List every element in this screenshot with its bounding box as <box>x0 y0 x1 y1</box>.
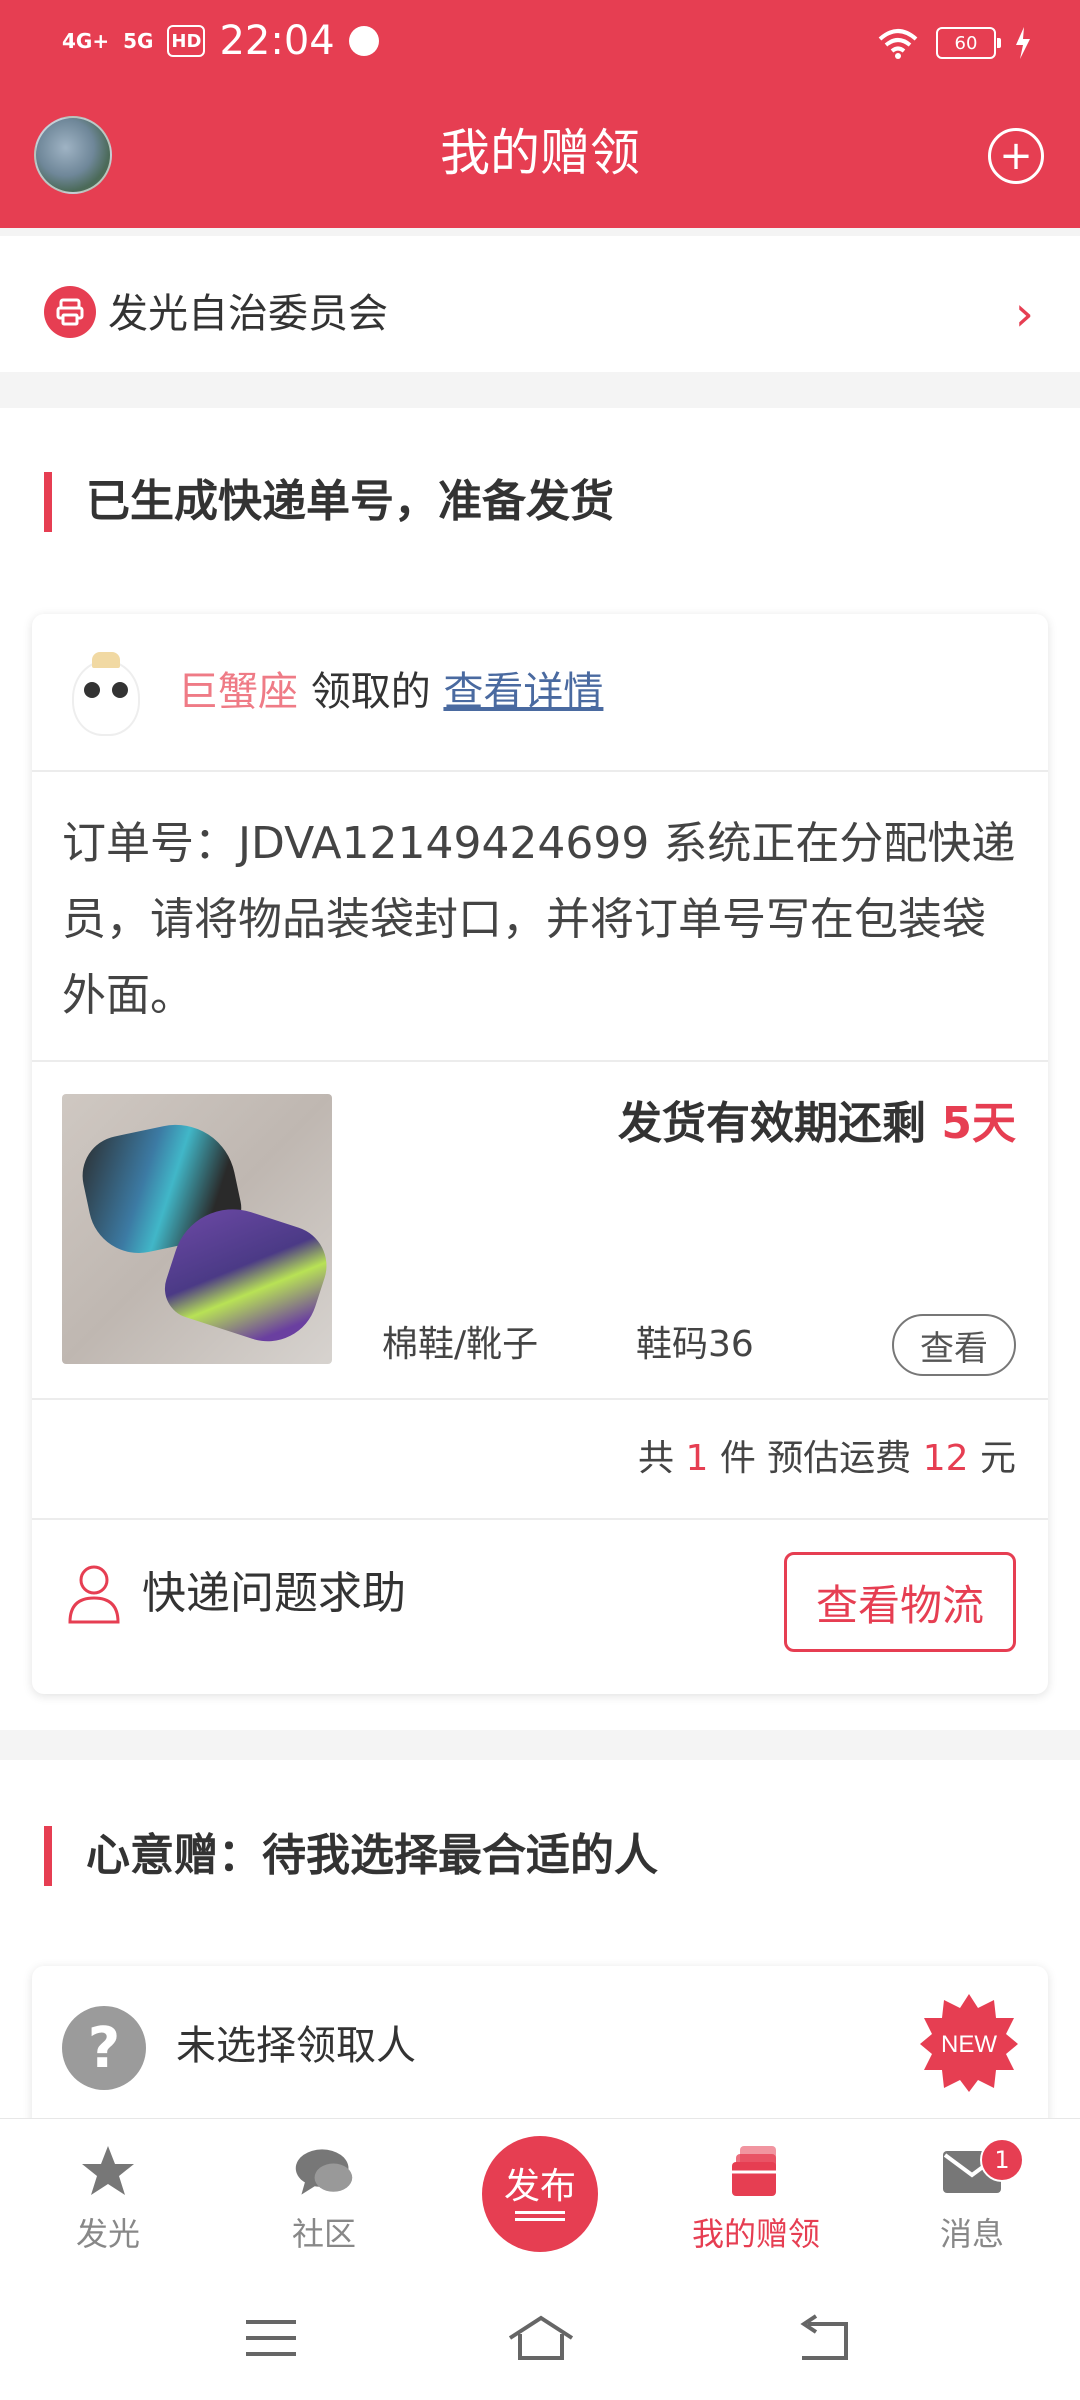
battery-level: 60 <box>954 32 978 54</box>
menu-icon[interactable] <box>244 2318 298 2358</box>
person-icon <box>68 1565 120 1624</box>
nav-label-messages: 消息 <box>939 2215 1004 2253</box>
charging-icon <box>1016 27 1030 59</box>
summary-suffix: 元 <box>979 1438 1016 1479</box>
claimer-text: 领取的 <box>310 669 431 715</box>
page-title: 我的赠领 <box>440 124 640 182</box>
summary-count: 1 <box>685 1438 709 1479</box>
nav-item-glow[interactable]: 发光 <box>28 2140 188 2256</box>
validity-days: 5天 <box>941 1098 1016 1149</box>
shipping-summary: 共 1 件 预估运费 12 元 <box>638 1434 1016 1484</box>
battery-icon: 60 <box>936 27 1001 59</box>
group-name: 发光自治委员会 <box>108 291 388 337</box>
chevron-right-icon[interactable]: › <box>1015 286 1034 342</box>
status-left: 4G+ 5G HD 22:04 <box>62 16 379 66</box>
group-icon <box>44 286 96 338</box>
no-recipient-text: 未选择领取人 <box>176 2023 416 2069</box>
publish-button[interactable]: 发布 <box>482 2136 598 2252</box>
status-right: 60 <box>878 18 1032 68</box>
view-logistics-button[interactable]: 查看物流 <box>784 1552 1016 1652</box>
printer-icon <box>56 298 84 326</box>
add-button[interactable]: + <box>988 128 1044 184</box>
claimer-avatar <box>72 652 140 736</box>
item-category: 棉鞋/靴子 <box>382 1324 539 1365</box>
claim-line: 巨蟹座 领取的 查看详情 <box>178 664 603 720</box>
section-bar <box>44 472 52 532</box>
view-detail-link[interactable]: 查看详情 <box>443 669 603 715</box>
shipping-section-title: 已生成快递单号，准备发货 <box>86 476 614 527</box>
section-bar <box>44 1826 52 1886</box>
order-message: 订单号：JDVA12149424699 系统正在分配快递员，请将物品装袋封口，并… <box>62 818 1016 1021</box>
nav-label-glow: 发光 <box>75 2215 140 2253</box>
item-photo[interactable] <box>62 1094 332 1364</box>
new-badge: NEW <box>920 1994 1018 2092</box>
publish-line <box>515 2218 565 2221</box>
heart-section-title: 心意赠：待我选择最合适的人 <box>86 1830 658 1881</box>
status-time: 22:04 <box>219 18 335 64</box>
panda-icon <box>72 652 140 736</box>
claimer-name[interactable]: 巨蟹座 <box>178 669 298 715</box>
validity-prefix: 发货有效期还剩 <box>618 1098 927 1149</box>
divider <box>32 1398 1048 1400</box>
nav-item-community[interactable]: 社区 <box>244 2140 404 2256</box>
summary-prefix: 共 <box>637 1438 674 1479</box>
divider <box>32 1060 1048 1062</box>
nav-label-my-gifts: 我的赠领 <box>691 2215 820 2253</box>
gift-cards-icon <box>724 2140 788 2204</box>
summary-fee: 12 <box>922 1438 969 1479</box>
status-bar: 4G+ 5G HD 22:04 60 <box>0 0 1080 80</box>
compass-icon <box>348 26 379 56</box>
publish-label: 发布 <box>503 2166 576 2207</box>
back-icon[interactable] <box>796 2314 852 2362</box>
nav-item-my-gifts[interactable]: 我的赠领 <box>676 2140 836 2256</box>
nav-label-community: 社区 <box>291 2215 356 2253</box>
new-badge-label: NEW <box>941 2031 997 2058</box>
view-item-button[interactable]: 查看 <box>892 1314 1016 1376</box>
item-size: 鞋码36 <box>636 1324 754 1365</box>
hd-icon: HD <box>167 25 206 57</box>
message-count-badge: 1 <box>980 2138 1024 2182</box>
question-icon: ? <box>62 2006 146 2090</box>
publish-line <box>515 2211 565 2214</box>
divider <box>32 770 1048 772</box>
chat-icon <box>292 2140 356 2204</box>
courier-help[interactable]: 快递问题求助 <box>142 1564 406 1624</box>
star-icon <box>76 2140 140 2204</box>
wifi-icon <box>878 29 918 59</box>
divider <box>32 1518 1048 1520</box>
validity-text: 发货有效期还剩 5天 <box>618 1094 1016 1154</box>
signal-5g: 5G <box>123 29 154 53</box>
nav-item-messages[interactable]: 消息 <box>892 2140 1052 2256</box>
home-icon[interactable] <box>506 2314 576 2362</box>
signal-4g: 4G+ <box>62 29 110 53</box>
plus-icon: + <box>999 133 1033 179</box>
summary-mid: 件 预估运费 <box>719 1438 912 1479</box>
